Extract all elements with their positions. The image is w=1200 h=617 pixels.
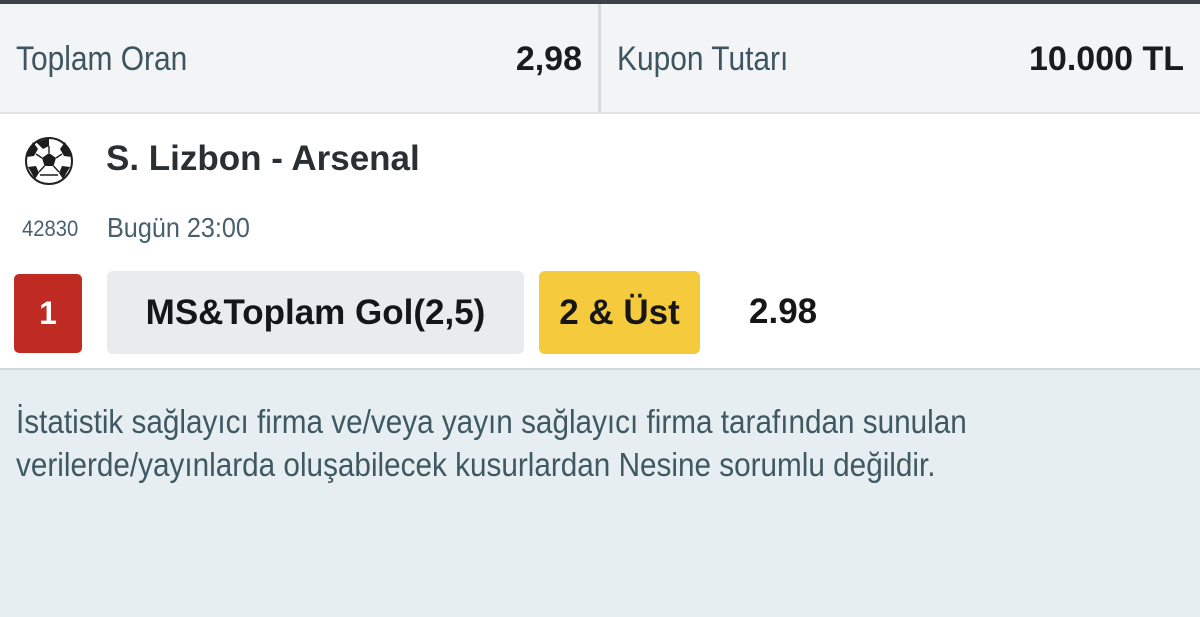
market-name: MS&Toplam Gol(2,5) bbox=[107, 271, 524, 354]
event-time: Bugün 23:00 bbox=[107, 212, 250, 243]
event-card[interactable]: S. Lizbon - Arsenal 42830 Bugün 23:00 1 … bbox=[0, 114, 1200, 370]
soccer-ball-icon bbox=[25, 137, 73, 185]
match-name[interactable]: S. Lizbon - Arsenal bbox=[106, 139, 420, 179]
event-code: 42830 bbox=[22, 216, 79, 241]
coupon-summary: Toplam Oran 2,98 Kupon Tutarı 10.000 TL bbox=[0, 4, 1200, 114]
odd-value: 2.98 bbox=[749, 292, 818, 331]
coupon-amount-value: 10.000 TL bbox=[1029, 40, 1184, 78]
disclaimer-line-1: İstatistik sağlayıcı firma ve/veya yayın… bbox=[16, 403, 967, 440]
disclaimer-line-2: verilerde/yayınlarda oluşabilecek kusurl… bbox=[16, 446, 936, 483]
summary-divider bbox=[598, 4, 601, 112]
coupon-amount-label: Kupon Tutarı bbox=[617, 40, 789, 78]
disclaimer-text: İstatistik sağlayıcı firma ve/veya yayın… bbox=[16, 400, 1069, 486]
total-odds-value: 2,98 bbox=[515, 40, 582, 78]
total-odds-label: Toplam Oran bbox=[16, 40, 188, 78]
selection-badge[interactable]: 2 & Üst bbox=[539, 271, 700, 354]
mbs-badge: 1 bbox=[14, 274, 82, 353]
